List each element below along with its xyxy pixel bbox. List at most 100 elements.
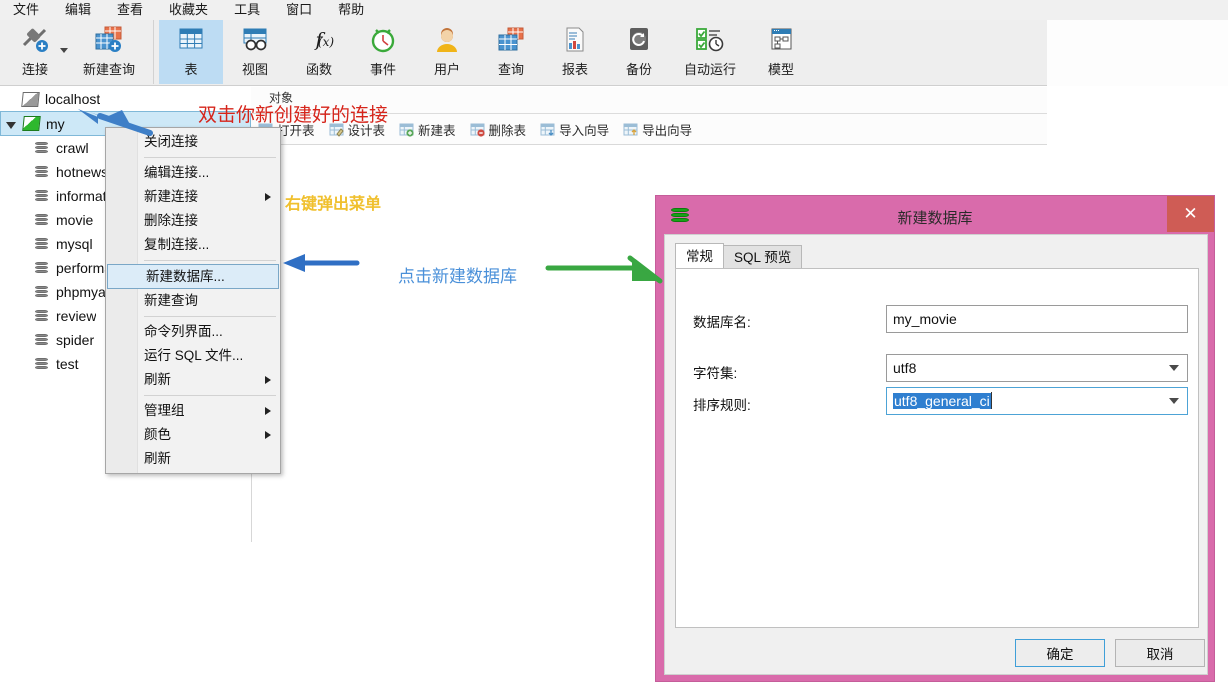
ribbon-button-user-label: 用户 [434,59,460,78]
context-menu-item-color[interactable]: 颜色 [106,423,280,447]
tree-item-database-label: crawl [56,140,89,156]
tab-sql-preview[interactable]: SQL 预览 [723,245,802,269]
database-icon [34,261,49,276]
ribbon-button-table-label: 表 [184,59,197,78]
context-menu-item-new-query[interactable]: 新建查询 [106,289,280,313]
collation-select[interactable]: utf8_general_ci [886,387,1188,415]
dialog-title-text: 新建数据库 [897,207,972,228]
ribbon-button-new-query[interactable]: 新建查询 [70,20,148,84]
dialog-tabpanel-general: 数据库名: my_movie 字符集: utf8 排序规则: utf8_gene… [675,268,1199,628]
database-icon [34,333,49,348]
context-menu-item-new-connection[interactable]: 新建连接 [106,185,280,209]
toolbar-delete-table[interactable]: 删除表 [463,120,534,139]
context-menu-item-edit-connection[interactable]: 编辑连接... [106,161,280,185]
context-menu-item-command-line[interactable]: 命令列界面... [106,320,280,344]
tree-item-database-label: review [56,308,96,324]
ribbon-button-view[interactable]: 视图 [223,20,287,84]
ribbon-button-view-label: 视图 [242,59,268,78]
cancel-button[interactable]: 取消 [1115,639,1205,667]
submenu-arrow-icon [265,193,271,201]
ribbon-button-model[interactable]: 模型 [749,20,813,84]
ribbon-button-table[interactable]: 表 [159,20,223,84]
ribbon-button-function[interactable]: f (x) 函数 [287,20,351,84]
collation-select-value: utf8_general_ci [893,393,991,409]
ribbon-button-connection-label: 连接 [22,59,48,78]
context-menu-item-close-connection[interactable]: 关闭连接 [106,130,280,154]
tree-item-database-label: test [56,356,79,372]
context-menu-separator [144,260,276,261]
context-menu-item-run-sql-file[interactable]: 运行 SQL 文件... [106,344,280,368]
new-table-icon [399,122,414,137]
new-database-dialog: 新建数据库 ✕ 常规 SQL 预览 数据库名: my_movie 字符集: ut… [655,195,1215,682]
ribbon-button-query-label: 查询 [498,59,524,78]
menu-item-tools[interactable]: 工具 [221,0,273,20]
context-menu-item-delete-connection[interactable]: 删除连接 [106,209,280,233]
ribbon-button-query[interactable]: 查询 [479,20,543,84]
ok-button[interactable]: 确定 [1015,639,1105,667]
ribbon-button-model-label: 模型 [768,59,794,78]
ribbon-button-event-label: 事件 [370,59,396,78]
ribbon-button-report[interactable]: 报表 [543,20,607,84]
arrow-to-new-database-menu-item [283,254,357,272]
collation-label: 排序规则: [693,394,751,414]
annotation-double-click-connection: 双击你新创建好的连接 [198,100,388,127]
annotation-click-new-database: 点击新建数据库 [398,262,517,287]
ribbon-right-filler [1047,20,1228,86]
toolbar-export-wizard[interactable]: 导出向导 [616,120,699,139]
context-menu-item-refresh[interactable]: 刷新 [106,447,280,471]
new-query-icon [92,25,126,55]
context-menu-item-color-label: 颜色 [144,427,171,442]
context-menu-item-refresh-sub[interactable]: 刷新 [106,368,280,392]
tree-item-database-label: mysql [56,236,93,252]
context-menu-item-new-database[interactable]: 新建数据库... [107,264,279,289]
menu-item-help[interactable]: 帮助 [325,0,377,20]
menu-item-favorites[interactable]: 收藏夹 [156,0,221,20]
ribbon-button-new-query-label: 新建查询 [83,59,135,78]
report-icon [558,25,592,55]
ribbon-button-backup-label: 备份 [626,59,652,78]
ribbon-button-user[interactable]: 用户 [415,20,479,84]
context-menu-item-manage-group[interactable]: 管理组 [106,399,280,423]
table-icon [174,25,208,55]
delete-table-icon [470,122,485,137]
menu-item-view[interactable]: 查看 [104,0,156,20]
db-name-input[interactable]: my_movie [886,305,1188,333]
context-menu-item-copy-connection[interactable]: 复制连接... [106,233,280,257]
toolbar-delete-table-label: 删除表 [489,120,527,139]
tree-item-my-label: my [46,116,65,132]
database-icon [34,165,49,180]
charset-select[interactable]: utf8 [886,354,1188,382]
toolbar-new-table[interactable]: 新建表 [392,120,463,139]
ribbon-button-backup[interactable]: 备份 [607,20,671,84]
ribbon-button-event[interactable]: 事件 [351,20,415,84]
chevron-down-icon [1169,398,1179,404]
context-menu-item-manage-group-label: 管理组 [144,403,185,418]
menu-bar: 文件 编辑 查看 收藏夹 工具 窗口 帮助 [0,0,1228,20]
model-icon [764,25,798,55]
tree-item-database-label: movie [56,212,93,228]
submenu-arrow-icon [265,407,271,415]
connection-icon-green [22,116,41,131]
field-row-db-name: 数据库名: [693,311,751,331]
ribbon-button-connection[interactable]: 连接 [0,20,70,84]
menu-item-file[interactable]: 文件 [0,0,52,20]
toolbar-export-wizard-label: 导出向导 [642,120,692,139]
tab-general[interactable]: 常规 [675,243,724,269]
database-icon [34,309,49,324]
menu-item-edit[interactable]: 编辑 [52,0,104,20]
automation-icon [693,25,727,55]
backup-icon [622,25,656,55]
toolbar-import-wizard[interactable]: 导入向导 [533,120,616,139]
view-icon [238,25,272,55]
context-menu-item-refresh-sub-label: 刷新 [144,372,171,387]
chevron-expanded-icon[interactable] [6,122,16,134]
menu-item-window[interactable]: 窗口 [273,0,325,20]
dialog-titlebar: 新建数据库 ✕ [656,196,1214,238]
database-icon [34,285,49,300]
export-wizard-icon [623,122,638,137]
close-icon[interactable]: ✕ [1167,196,1214,232]
dialog-tabstrip: 常规 SQL 预览 [675,243,801,269]
ribbon-button-automation[interactable]: 自动运行 [671,20,749,84]
chevron-down-icon[interactable] [60,48,68,53]
tree-item-localhost-label: localhost [45,91,100,107]
